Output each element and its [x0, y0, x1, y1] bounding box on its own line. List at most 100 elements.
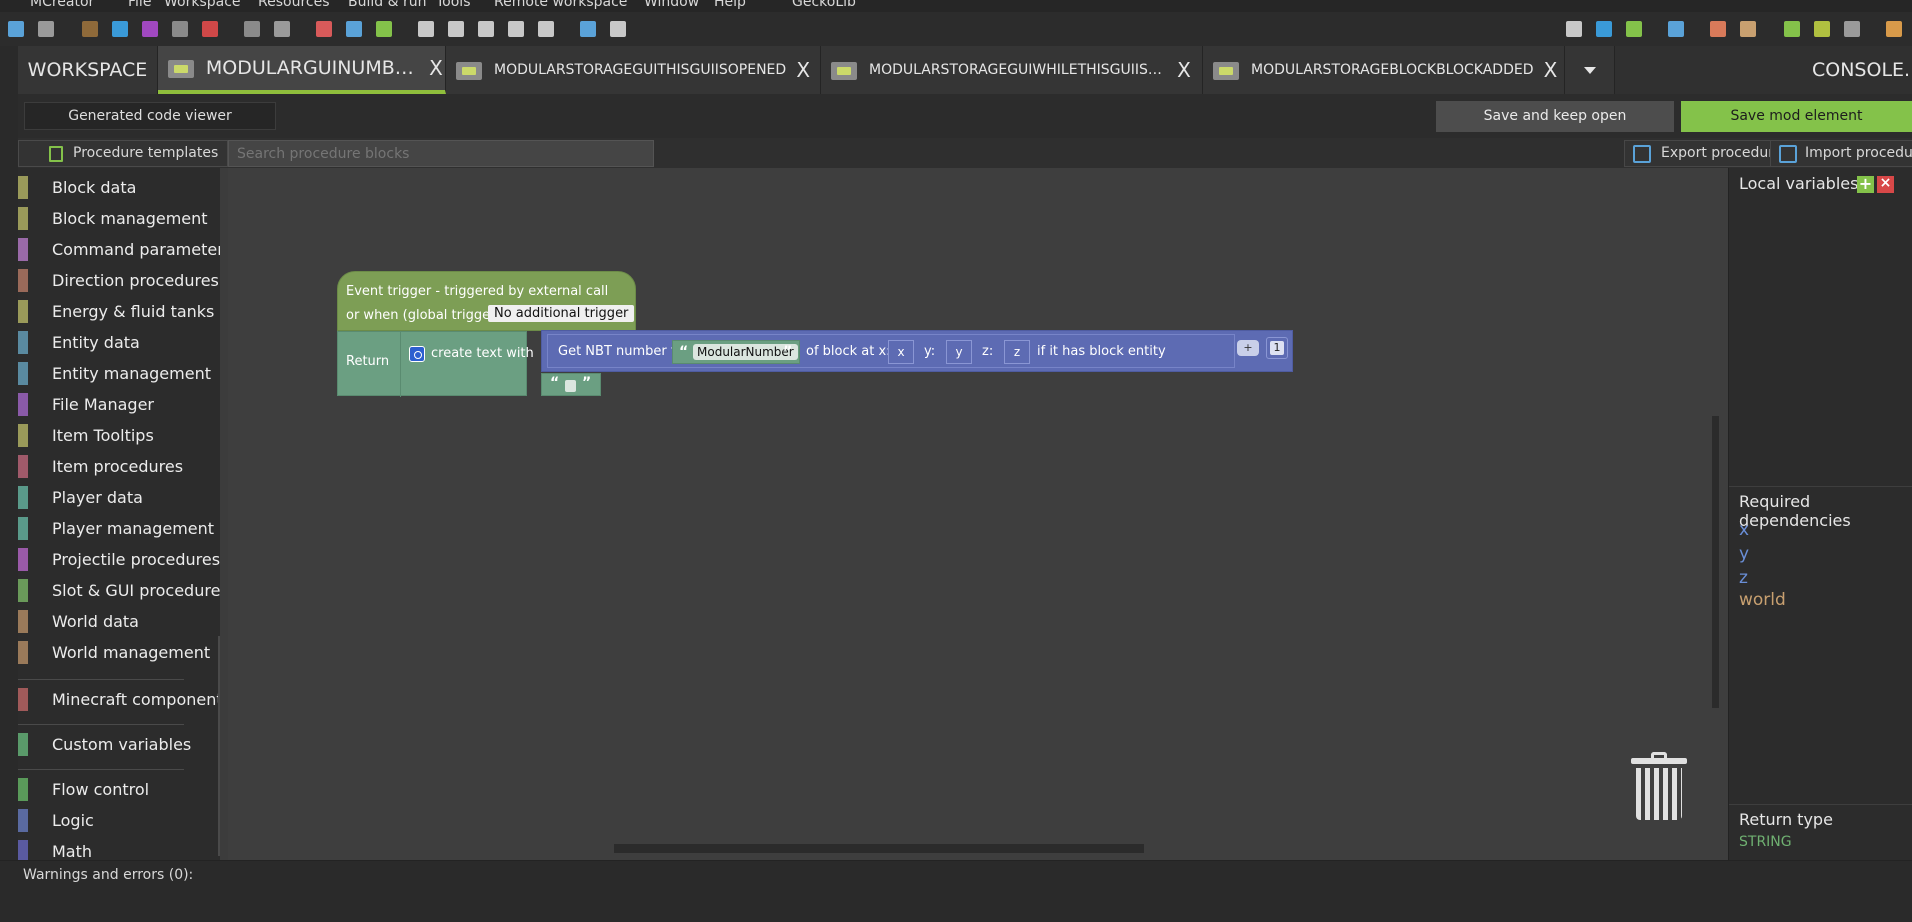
workspace-horizontal-scrollbar[interactable] [614, 844, 1144, 853]
grid-icon[interactable] [346, 21, 362, 37]
blockly-workspace[interactable]: Event trigger - triggered by external ca… [228, 168, 1728, 860]
category-energy-fluid-tanks[interactable]: Energy & fluid tanks [18, 296, 214, 327]
gear-icon[interactable] [409, 346, 425, 362]
category-minecraft-components[interactable]: Minecraft components [18, 684, 220, 715]
plus-mutator-button[interactable]: + [1237, 340, 1259, 356]
tab-modularstorageguiwhilethisguiiso[interactable]: MODULARSTORAGEGUIWHILETHISGUIISO... X [821, 46, 1203, 94]
layout-icon[interactable] [376, 21, 392, 37]
category-command-parameters[interactable]: Command parameters [18, 234, 220, 265]
category-math[interactable]: Math [18, 836, 184, 860]
menu-tools[interactable]: Tools [436, 0, 471, 10]
add-variable-icon[interactable]: + [1857, 176, 1874, 193]
close-icon[interactable]: X [1175, 58, 1193, 82]
category-file-manager[interactable]: File Manager [18, 389, 184, 420]
category-block-data[interactable]: Block data [18, 172, 184, 203]
branch-icon[interactable] [1566, 21, 1582, 37]
entity-icon[interactable] [142, 21, 158, 37]
menu-build-run[interactable]: Build & run [348, 0, 426, 10]
build-icon[interactable] [1740, 21, 1756, 37]
server-icon[interactable] [1814, 21, 1830, 37]
generated-code-viewer-button[interactable]: Generated code viewer [24, 102, 276, 130]
z-variable-block[interactable]: z [1004, 340, 1030, 364]
stop-icon[interactable] [1844, 21, 1860, 37]
category-direction-procedures[interactable]: Direction procedures [18, 265, 219, 296]
event-trigger-block[interactable]: Event trigger - triggered by external ca… [337, 271, 636, 331]
hammer-icon[interactable] [478, 21, 494, 37]
category-world-data[interactable]: World data [18, 606, 184, 637]
remove-variable-icon[interactable]: × [1877, 176, 1894, 193]
cloud-icon[interactable] [448, 21, 464, 37]
menu-remote-workspace[interactable]: Remote workspace [494, 0, 627, 10]
category-item-procedures[interactable]: Item procedures [18, 451, 184, 482]
texture-icon[interactable] [274, 21, 290, 37]
save-keep-open-button[interactable]: Save and keep open [1436, 101, 1674, 132]
nbt-inner-block[interactable]: Get NBT number tag “ ModularNumber ” of … [547, 334, 1235, 368]
save-mod-element-button[interactable]: Save mod element [1681, 101, 1912, 132]
category-block-management[interactable]: Block management [18, 203, 208, 234]
category-world-management[interactable]: World management [18, 637, 210, 668]
close-icon[interactable]: X [1541, 58, 1559, 82]
number-field[interactable]: 1 [1270, 341, 1284, 355]
console-tab[interactable]: CONSOLE. [1812, 59, 1910, 81]
workspace-vertical-scrollbar[interactable] [1712, 416, 1719, 708]
menu-mcreator[interactable]: MCreator [30, 0, 94, 10]
category-entity-management[interactable]: Entity management [18, 358, 211, 389]
category-player-data[interactable]: Player data [18, 482, 184, 513]
sound-icon[interactable] [244, 21, 260, 37]
structure-icon[interactable] [316, 21, 332, 37]
nbt-number-tag-block[interactable]: Get NBT number tag “ ModularNumber ” of … [541, 330, 1293, 372]
close-icon[interactable]: X [794, 58, 812, 82]
cube-icon[interactable] [538, 21, 554, 37]
category-flow-control[interactable]: Flow control [18, 774, 184, 805]
tab-modularstorageguithisguiisopened[interactable]: MODULARSTORAGEGUITHISGUIISOPENED X [446, 46, 821, 94]
category-slot-gui-procedures[interactable]: Slot & GUI procedures [18, 575, 220, 606]
export-procedure-button[interactable]: Export procedure [1624, 140, 1784, 167]
category-logic[interactable]: Logic [18, 805, 184, 836]
tag-name-string-block[interactable]: “ ModularNumber ” [672, 340, 800, 364]
run-icon[interactable] [1784, 21, 1800, 37]
y-variable-block[interactable]: y [946, 340, 972, 364]
category-scrollbar[interactable] [218, 636, 220, 856]
menu-window[interactable]: Window [644, 0, 699, 10]
block-icon[interactable] [82, 21, 98, 37]
menu-resources[interactable]: Resources [258, 0, 330, 10]
workspace-icon[interactable] [8, 21, 24, 37]
brush-icon[interactable] [418, 21, 434, 37]
arrow-down-icon[interactable] [1596, 21, 1612, 37]
number-block[interactable]: 1 [1266, 337, 1288, 359]
eraser-icon[interactable] [1710, 21, 1726, 37]
menu-workspace[interactable]: Workspace [164, 0, 241, 10]
tab-modularstorageblockblockadded[interactable]: MODULARSTORAGEBLOCKBLOCKADDED X [1203, 46, 1565, 94]
tool-icon[interactable] [172, 21, 188, 37]
export-icon[interactable] [1886, 21, 1902, 37]
category-item-tooltips[interactable]: Item Tooltips [18, 420, 184, 451]
window-icon[interactable] [38, 21, 54, 37]
menu-file[interactable]: File [128, 0, 151, 10]
puzzle-icon[interactable] [508, 21, 524, 37]
empty-text-field[interactable] [565, 380, 576, 392]
trash-icon[interactable] [1631, 750, 1687, 822]
return-block[interactable]: Return create text with [337, 331, 534, 397]
category-player-management[interactable]: Player management [18, 513, 214, 544]
menu-help[interactable]: Help [714, 0, 746, 10]
category-entity-data[interactable]: Entity data [18, 327, 184, 358]
tab-modularguinumber[interactable]: MODULARGUINUMBER X [158, 46, 446, 94]
close-icon[interactable]: X [427, 56, 445, 80]
empty-string-block[interactable]: “ ” [541, 373, 601, 396]
import-procedure-button[interactable]: Import procedure [1770, 140, 1912, 167]
item-icon[interactable] [112, 21, 128, 37]
link-icon[interactable] [580, 21, 596, 37]
tab-workspace[interactable]: WORKSPACE [18, 46, 158, 94]
category-custom-variables[interactable]: Custom variables [18, 729, 191, 760]
search-procedure-blocks-input[interactable] [228, 140, 654, 167]
arrow-up-icon[interactable] [1626, 21, 1642, 37]
x-variable-block[interactable]: x [888, 340, 914, 364]
recipe-icon[interactable] [202, 21, 218, 37]
pencil-icon[interactable] [610, 21, 626, 37]
procedure-templates-button[interactable]: Procedure templates [18, 140, 228, 167]
trigger-dropdown[interactable]: No additional trigger [488, 305, 635, 322]
menu-geckolib[interactable]: GeckoLib [792, 0, 856, 10]
category-projectile-procedures[interactable]: Projectile procedures [18, 544, 220, 575]
tab-overflow-button[interactable] [1565, 46, 1615, 94]
folder-icon[interactable] [1668, 21, 1684, 37]
